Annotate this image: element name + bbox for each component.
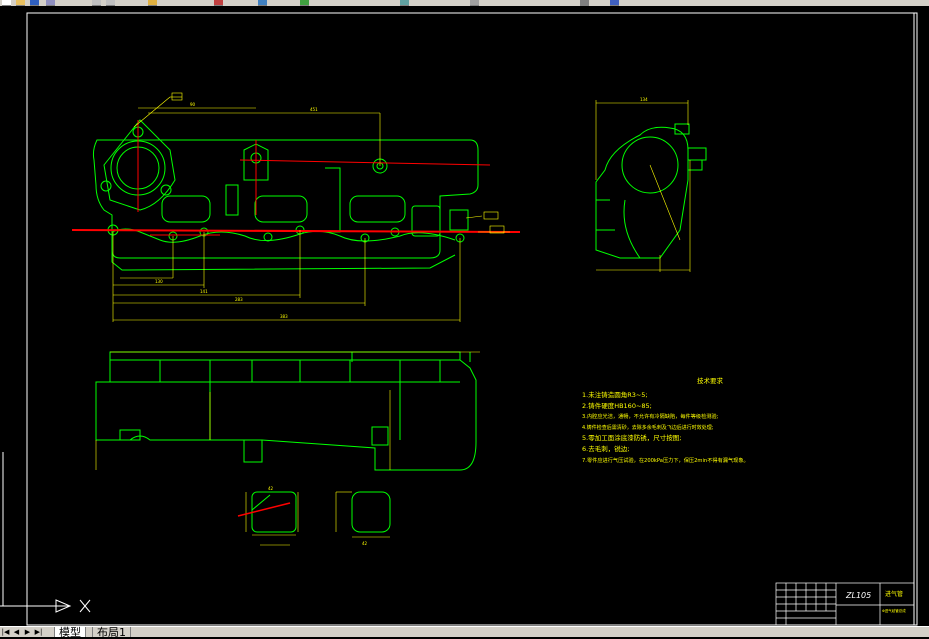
front-dimensions bbox=[112, 92, 510, 322]
layout-tabs-bar: |◀ ◀ ▶ ▶| 模型 布局1 bbox=[0, 626, 929, 639]
drawing-canvas[interactable]: 90 451 130 141 283 383 134 42 42 技术要求 1.… bbox=[0, 6, 929, 626]
title-part-name: 进气管 bbox=[885, 590, 903, 598]
dim-451: 451 bbox=[310, 107, 318, 112]
top-view bbox=[95, 351, 477, 471]
tab-prev-icon[interactable]: ◀ bbox=[12, 628, 21, 636]
tech-note-3: 3.内腔应光洁，通畅，不允许有冷隔缺陷，每件等级检测验; bbox=[582, 412, 719, 420]
section-view-a-dims bbox=[245, 492, 299, 546]
title-block bbox=[775, 582, 915, 626]
dim-141: 141 bbox=[200, 289, 208, 294]
tab-next-icon[interactable]: ▶ bbox=[23, 628, 32, 636]
technical-requirements: 技术要求 1.未注铸造圆角R3~5; 2.铸件硬度HB160~85; 3.内腔应… bbox=[582, 376, 749, 464]
dim-283: 283 bbox=[235, 297, 243, 302]
tech-note-1: 1.未注铸造圆角R3~5; bbox=[582, 390, 648, 399]
section-view-b-dims bbox=[335, 491, 390, 538]
top-dimensions bbox=[95, 351, 480, 470]
front-dimension-text: 90 451 130 141 283 383 bbox=[155, 102, 318, 319]
tech-note-5: 5.零加工面涂底漆防锈，尺寸按图; bbox=[582, 433, 681, 442]
dim-383: 383 bbox=[280, 314, 288, 319]
dim-90: 90 bbox=[190, 102, 196, 107]
tech-note-7: 7.零件应进行气压试验，在200kPa压力下，保压2min不得有漏气现象。 bbox=[582, 456, 749, 464]
tech-title: 技术要求 bbox=[697, 376, 724, 385]
ucs-icon bbox=[0, 452, 91, 613]
tech-note-2: 2.铸件硬度HB160~85; bbox=[582, 401, 652, 410]
tab-last-icon[interactable]: ▶| bbox=[34, 628, 43, 636]
section-view-b bbox=[351, 491, 391, 533]
dim-42-b: 42 bbox=[362, 541, 368, 546]
front-view bbox=[92, 119, 479, 271]
dim-134: 134 bbox=[640, 97, 648, 102]
tech-note-6: 6.去毛刺，锐边; bbox=[582, 444, 629, 453]
title-part-code: ZL105 bbox=[845, 591, 871, 600]
dim-130: 130 bbox=[155, 279, 163, 284]
title-subtitle: Φ进气歧管总成 bbox=[882, 608, 906, 613]
tab-first-icon[interactable]: |◀ bbox=[1, 628, 10, 636]
side-view bbox=[595, 123, 707, 259]
section-view-a bbox=[251, 491, 297, 533]
tech-note-4: 4.铸件检查后需清砂，去除多余毛刺及飞边后进行时效处理; bbox=[582, 424, 714, 431]
side-dimensions bbox=[595, 100, 691, 272]
drawing-svg: 90 451 130 141 283 383 134 42 42 技术要求 1.… bbox=[0, 12, 918, 626]
dim-42-a: 42 bbox=[268, 486, 274, 491]
